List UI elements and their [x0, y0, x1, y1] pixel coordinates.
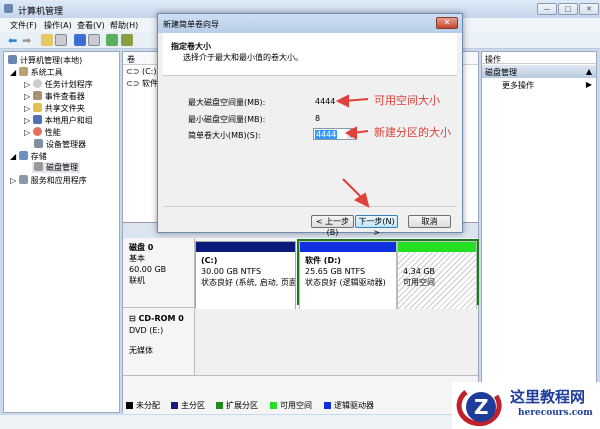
partition-c-name: (C:) [201, 256, 218, 265]
legend-swatch [126, 402, 133, 409]
legend-label: 可用空间 [280, 401, 312, 410]
new-simple-volume-wizard: 新建简单卷向导 ✕ 指定卷大小 选择介于最大和最小值的卷大小。 最大磁盘空间量(… [157, 13, 463, 237]
legend-label: 扩展分区 [226, 401, 258, 410]
users-icon [32, 115, 42, 124]
legend-item: 逻辑驱动器 [324, 400, 374, 411]
tree-event-viewer[interactable]: ▷ 事件查看器 [24, 91, 85, 102]
legend-swatch [171, 402, 178, 409]
clock-icon [32, 79, 42, 88]
tree-services[interactable]: ▷ 服务和应用程序 [10, 175, 87, 186]
arrowhead-icon [344, 126, 357, 140]
free-space-status: 可用空间 [403, 278, 435, 287]
tree-performance[interactable]: ▷ 性能 [24, 127, 61, 138]
cdrom-area [195, 309, 478, 376]
disk0-status: 联机 [129, 276, 145, 285]
tree-storage[interactable]: ◢ 存储 [10, 151, 47, 162]
forward-icon[interactable]: ➡ [22, 34, 31, 47]
cdrom-type: DVD (E:) [129, 326, 164, 335]
maximize-button[interactable]: □ [558, 3, 578, 15]
partition-d[interactable]: 软件 (D:) 25.65 GB NTFS 状态良好 (逻辑驱动器) [299, 241, 397, 311]
arrow-right-icon: ▶ [585, 80, 592, 89]
annotation-arrows [335, 94, 370, 208]
folder-icon [32, 103, 42, 112]
services-icon [18, 175, 28, 184]
volume-row[interactable]: ⊂⊃ (C:) [126, 67, 156, 76]
actions-pane: 操作 磁盘管理 ▲ 更多操作 ▶ [481, 51, 597, 413]
menu-view[interactable]: 查看(V) [77, 20, 105, 31]
window-title: 计算机管理 [18, 7, 64, 17]
back-icon[interactable]: ⬅ [8, 34, 17, 47]
device-icon [34, 139, 43, 148]
tree-device-manager[interactable]: 设备管理器 [34, 139, 86, 150]
partition-c-status: 状态良好 (系统, 启动, 页面文 [201, 278, 295, 287]
partition-d-status: 状态良好 (逻辑驱动器) [305, 278, 386, 287]
legend-item: 未分配 [126, 400, 160, 411]
tree-local-users[interactable]: ▷ 本地用户和组 [24, 115, 93, 126]
tree-shared-folders[interactable]: ▷ 共享文件夹 [24, 103, 85, 114]
properties-icon[interactable] [121, 34, 133, 46]
partition-c-size: 30.00 GB NTFS [201, 267, 262, 276]
watermark-url: herecours.com [518, 408, 593, 418]
event-icon [32, 91, 42, 100]
legend-swatch [324, 402, 331, 409]
legend-swatch [270, 402, 277, 409]
more-actions[interactable]: 更多操作 ▶ [502, 80, 596, 91]
svg-text:Z: Z [474, 395, 489, 419]
legend: 未分配 主分区 扩展分区 可用空间 逻辑驱动器 [126, 400, 476, 410]
partition-d-name: 软件 (D:) [305, 256, 341, 265]
console-tree: 计算机管理(本地) ◢ 系统工具 ▷ 任务计划程序 ▷ 事件查看器 ▷ 共享文件… [3, 51, 120, 413]
legend-label: 主分区 [181, 401, 205, 410]
performance-icon [32, 127, 42, 136]
partition-c[interactable]: (C:) 30.00 GB NTFS 状态良好 (系统, 启动, 页面文 [195, 241, 296, 311]
disk0-type: 基本 [129, 254, 145, 263]
disk0-size: 60.00 GB [129, 265, 167, 274]
legend-item: 扩展分区 [216, 400, 258, 411]
refresh-icon[interactable] [106, 34, 118, 46]
partition-d-size: 25.65 GB NTFS [305, 267, 366, 276]
free-space-size: 4.34 GB [403, 267, 436, 276]
tree-system-tools[interactable]: ◢ 系统工具 [10, 67, 63, 78]
watermark-name: 这里教程网 [510, 388, 586, 406]
actions-section[interactable]: 磁盘管理 ▲ [482, 65, 596, 78]
tree-task-scheduler[interactable]: ▷ 任务计划程序 [24, 79, 93, 90]
tree-disk-management[interactable]: 磁盘管理 [32, 162, 80, 173]
action-pane-icon[interactable] [88, 34, 100, 46]
storage-icon [18, 151, 28, 160]
legend-label: 未分配 [136, 401, 160, 410]
cdrom-info[interactable]: ⊟ CD-ROM 0 DVD (E:) 无媒体 [123, 309, 195, 376]
cdrom-status: 无媒体 [129, 346, 153, 355]
tree-root[interactable]: 计算机管理(本地) [8, 55, 82, 66]
menu-action[interactable]: 操作(A) [44, 20, 72, 31]
computer-icon [8, 55, 17, 64]
disk0-info[interactable]: 磁盘 0 基本 60.00 GB 联机 [123, 238, 195, 308]
disk-icon [34, 162, 43, 171]
help-icon[interactable] [74, 34, 86, 46]
watermark-logo: Z 这里教程网 herecours.com [452, 382, 600, 429]
close-button[interactable]: ✕ [579, 3, 599, 15]
tools-icon [18, 67, 28, 76]
up-folder-icon[interactable] [41, 34, 53, 46]
computer-management-icon [4, 4, 13, 13]
actions-header: 操作 [482, 52, 596, 64]
cdrom-name: ⊟ CD-ROM 0 [129, 314, 184, 323]
menu-file[interactable]: 文件(F) [10, 20, 37, 31]
legend-swatch [216, 402, 223, 409]
arrowhead-icon [354, 192, 370, 208]
menu-help[interactable]: 帮助(H) [110, 20, 138, 31]
free-space[interactable]: 4.34 GB 可用空间 [397, 241, 477, 311]
legend-item: 可用空间 [270, 400, 312, 411]
arrow-icon [342, 178, 364, 200]
graphical-view: 磁盘 0 基本 60.00 GB 联机 (C:) 30.00 GB NTFS 状… [123, 238, 479, 414]
minimize-button[interactable]: — [537, 3, 557, 15]
legend-item: 主分区 [171, 400, 205, 411]
z-logo-icon: Z [456, 390, 502, 427]
disk0-name: 磁盘 0 [129, 243, 154, 252]
collapse-icon: ▲ [585, 67, 592, 76]
console-tree-icon[interactable] [55, 34, 67, 46]
arrowhead-icon [335, 94, 349, 108]
legend-label: 逻辑驱动器 [334, 401, 374, 410]
